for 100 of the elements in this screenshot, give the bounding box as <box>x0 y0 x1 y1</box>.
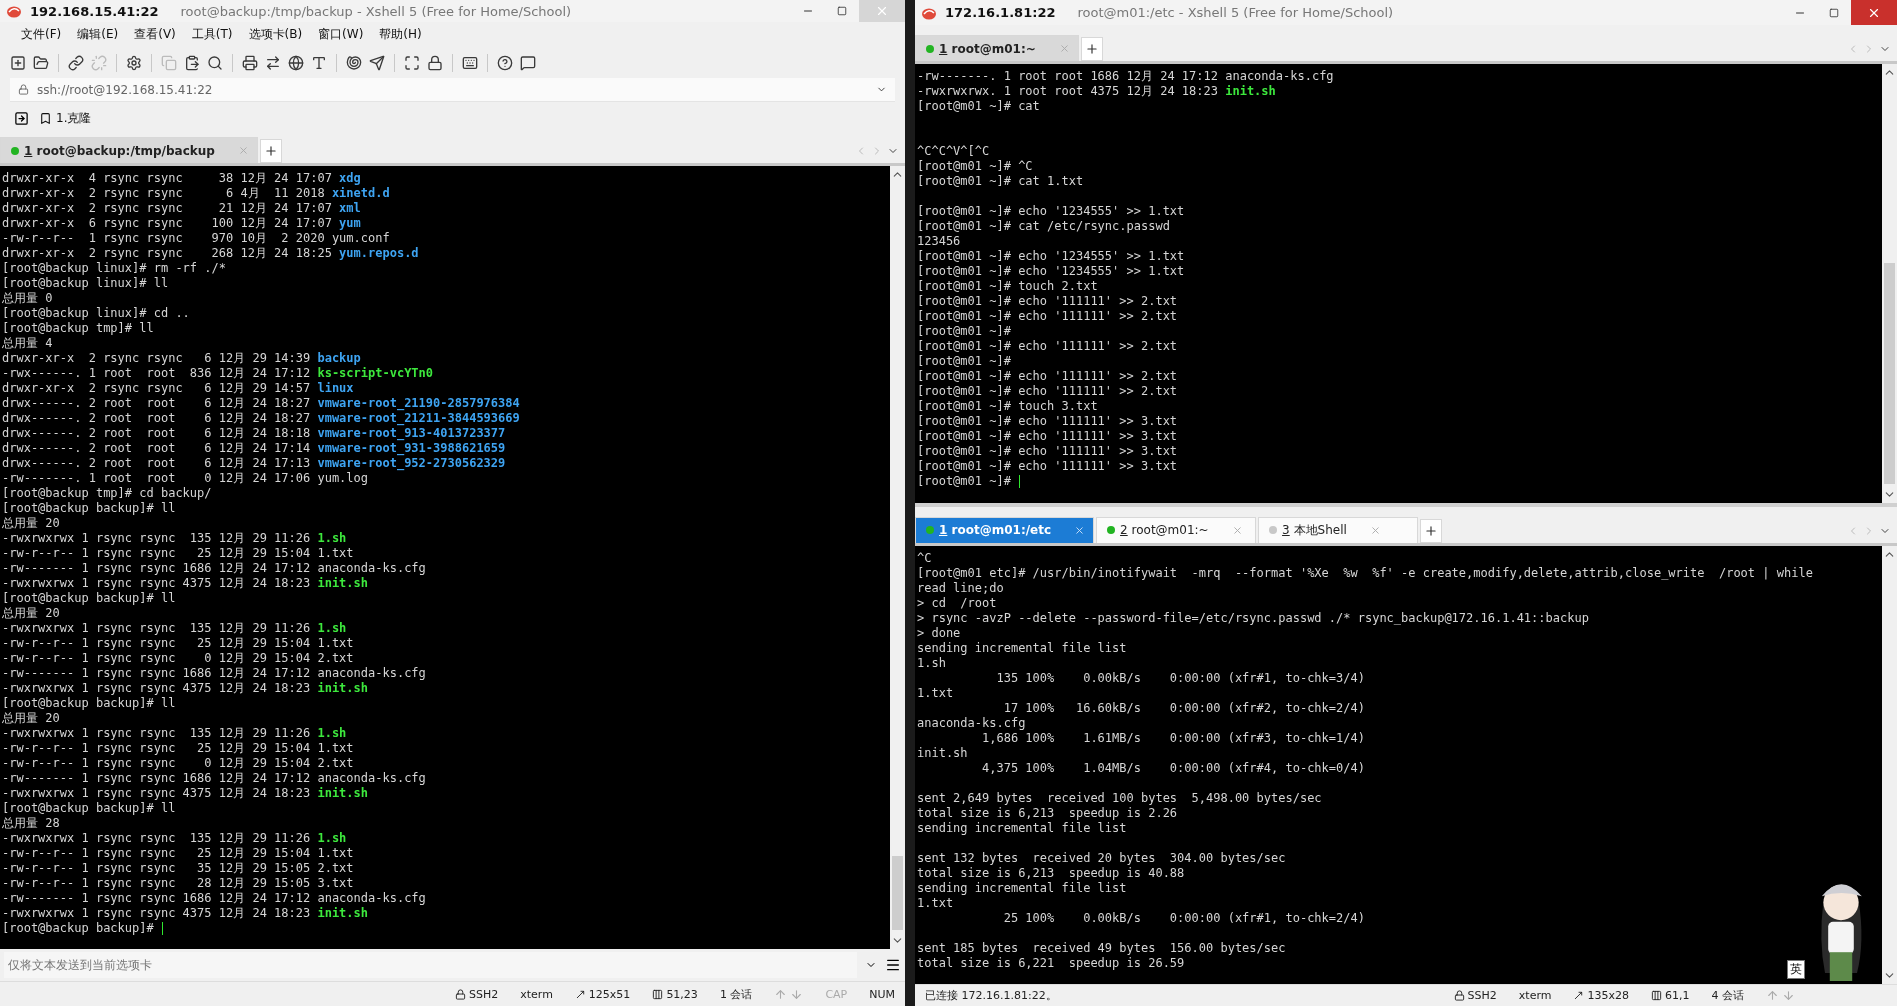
chat-icon[interactable] <box>520 54 536 71</box>
terminal-line: [root@m01 ~]# echo '111111' >> 2.txt <box>917 369 1178 384</box>
folder-icon[interactable] <box>33 54 49 71</box>
window-host: 192.168.15.41:22 <box>30 3 159 19</box>
terminal-line: [root@m01 ~]# cat /etc/rsync.passwd <box>917 219 1170 234</box>
terminal-line: ^C^C^V^[^C <box>917 144 990 159</box>
lock-icon <box>454 988 466 1000</box>
terminal-line: > cd /root <box>917 595 997 611</box>
shell-icon[interactable] <box>346 54 362 71</box>
terminal-line: [root@backup linux]# cd .. <box>2 306 190 321</box>
terminal-line: [root@backup backup]# ll <box>2 501 176 516</box>
paste-icon[interactable] <box>184 54 200 71</box>
terminal-line: > rsync -avzP --delete --password-file=/etc/rsync.passwd ./* rsync_backup@172.16.1.41::backup <box>917 610 1589 626</box>
terminal-line: [root@m01 ~]# echo '111111' >> 3.txt <box>917 429 1178 444</box>
terminal-line: sending incremental file list <box>917 880 1127 896</box>
new-tab-button[interactable] <box>259 139 282 163</box>
terminal-line: total size is 6,213 speedup is 40.88 <box>917 865 1185 881</box>
cursor-position-icon <box>652 988 664 1000</box>
terminal-line: -rwxrwxrwx 1 rsync rsync 135 12月 29 11:26 1.sh <box>2 831 347 846</box>
bookmark-link[interactable]: 1.克隆 <box>39 109 92 127</box>
scrollbar[interactable] <box>1882 64 1897 503</box>
link-icon[interactable] <box>68 54 84 71</box>
menu-item[interactable]: 查看(V) <box>127 24 183 45</box>
settings-icon[interactable] <box>126 54 142 71</box>
address-field[interactable]: ssh://root@192.168.15.41:22 <box>10 78 895 102</box>
terminal-line: read line;do <box>917 580 1004 596</box>
terminal-line: [root@m01 etc]# /usr/bin/inotifywait -mrq --format '%Xe %w %f' -e create,modify,delete,attrib,close_write /root | while <box>917 565 1813 581</box>
bookmark-add-icon[interactable] <box>14 110 29 126</box>
search-icon[interactable] <box>207 54 223 71</box>
arrow-down-icon[interactable] <box>790 987 804 1001</box>
session-tab[interactable]: 2 root@m01:~ <box>1096 516 1257 543</box>
menu-item[interactable]: 工具(T) <box>184 24 240 45</box>
terminal-line: -rwx------. 1 root root 836 12月 24 17:12 ks-script-vcYTn0 <box>2 366 434 381</box>
terminal-size: 135x28 <box>1587 989 1629 1002</box>
terminal-line: [root@backup tmp]# cd backup/ <box>2 486 212 501</box>
menu-item[interactable]: 帮助(H) <box>372 24 429 45</box>
cursor-position: 51,23 <box>666 987 698 1001</box>
printer-icon[interactable] <box>242 54 258 71</box>
arrow-up-icon[interactable] <box>1766 989 1779 1002</box>
terminal-line: [root@backup tmp]# ll <box>2 321 154 336</box>
session-tab[interactable]: 3 本地Shell <box>1258 516 1419 543</box>
session-tab[interactable]: 1 root@m01:/etc <box>915 516 1095 543</box>
terminal-line: drwx------. 2 root root 6 12月 24 17:14 vmware-root_931-3988621659 <box>2 441 506 456</box>
terminal-line: drwxr-xr-x 4 rsync rsync 38 12月 24 17:07 xdg <box>2 171 361 186</box>
terminal-line: [root@m01 ~]# touch 2.txt <box>917 279 1098 294</box>
fullscreen-icon[interactable] <box>404 54 420 71</box>
close-tab-icon[interactable] <box>1369 524 1381 536</box>
menu-item[interactable]: 文件(F) <box>14 24 69 45</box>
menu-item[interactable]: 选项卡(B) <box>241 24 310 45</box>
terminal-line: -rwxrwxrwx 1 rsync rsync 4375 12月 24 18:23 init.sh <box>2 681 368 696</box>
terminal-line: [root@m01 ~]# touch 3.txt <box>917 399 1098 414</box>
terminal-line: [root@m01 ~]# cat 1.txt <box>917 174 1084 189</box>
arrow-down-icon[interactable] <box>1782 989 1795 1002</box>
terminal-line: sent 2,649 bytes received 100 bytes 5,498.00 bytes/sec <box>917 790 1322 806</box>
scrollbar[interactable] <box>890 166 905 949</box>
terminal-line: sending incremental file list <box>917 640 1127 656</box>
menu-item[interactable]: 编辑(E) <box>70 24 126 45</box>
new-tab-button[interactable] <box>1420 518 1443 543</box>
menu-icon[interactable] <box>885 957 901 973</box>
session-tab[interactable]: 1 root@m01:~ <box>915 35 1079 61</box>
terminal-line: -rwxrwxrwx 1 rsync rsync 4375 12月 24 18:23 init.sh <box>2 786 368 801</box>
terminal-line: sending incremental file list <box>917 820 1127 836</box>
scrollbar[interactable] <box>1882 545 1897 984</box>
transfer-icon[interactable] <box>265 54 281 71</box>
window-host: 172.16.1.81:22 <box>945 5 1056 20</box>
new-tab-button[interactable] <box>1080 37 1103 61</box>
menu-item[interactable]: 窗口(W) <box>311 24 371 45</box>
scroll-thumb[interactable] <box>1884 263 1895 484</box>
close-button[interactable] <box>1851 0 1897 25</box>
terminal-line: -rw-r--r-- 1 rsync rsync 25 12月 29 15:04 1.txt <box>2 741 354 756</box>
terminal-line: [root@backup backup]# ll <box>2 801 176 816</box>
arrow-up-icon[interactable] <box>774 987 788 1001</box>
terminal-line: 17 100% 16.60kB/s 0:00:00 (xfr#2, to-chk=2/4) <box>1002 700 1365 716</box>
terminal-line: 4,375 100% 1.04MB/s 0:00:00 (xfr#4, to-chk=0/4) <box>981 760 1365 776</box>
resize-icon <box>574 988 586 1000</box>
compose-field[interactable]: 仅将文本发送到当前选项卡 <box>4 952 857 978</box>
lock-icon[interactable] <box>427 54 443 71</box>
terminal-line: [root@backup backup]# ll <box>2 591 176 606</box>
send-icon[interactable] <box>369 54 385 71</box>
terminal-line: -rw-r--r-- 1 rsync rsync 0 12月 29 15:04 2.txt <box>2 651 354 666</box>
close-tab-icon[interactable] <box>1231 524 1243 536</box>
key-indicator: CAP <box>825 987 848 1001</box>
keyboard-icon[interactable] <box>462 54 478 71</box>
protocol-label: SSH2 <box>1467 989 1497 1002</box>
terminal-line: [root@backup linux]# rm -rf ./* <box>2 261 226 276</box>
terminal-line: drwx------. 2 root root 6 12月 24 18:18 vmware-root_913-4013723377 <box>2 426 506 441</box>
scroll-thumb[interactable] <box>892 855 903 930</box>
terminal-line: drwxr-xr-x 2 rsync rsync 6 12月 29 14:39 backup <box>2 351 361 366</box>
terminal-line: sent 132 bytes received 20 bytes 304.00 bytes/sec <box>917 850 1286 866</box>
terminal-line: -rw-r--r-- 1 rsync rsync 0 12月 29 15:04 2.txt <box>2 756 354 771</box>
terminal-line: [root@m01 ~]# echo '111111' >> 3.txt <box>917 459 1178 474</box>
session-tab[interactable]: 1 root@backup:/tmp/backup <box>0 137 258 163</box>
new-file-icon[interactable] <box>10 54 26 71</box>
terminal-line: [root@m01 ~]# <box>917 324 1011 339</box>
help-icon[interactable] <box>497 54 513 71</box>
font-icon[interactable] <box>311 54 327 71</box>
terminal-line: [root@m01 ~]# echo '111111' >> 2.txt <box>917 294 1178 309</box>
close-tab-icon[interactable] <box>1074 524 1086 536</box>
terminal-line: drwxr-xr-x 6 rsync rsync 100 12月 24 17:07 yum <box>2 216 361 231</box>
globe-icon[interactable] <box>288 54 304 71</box>
